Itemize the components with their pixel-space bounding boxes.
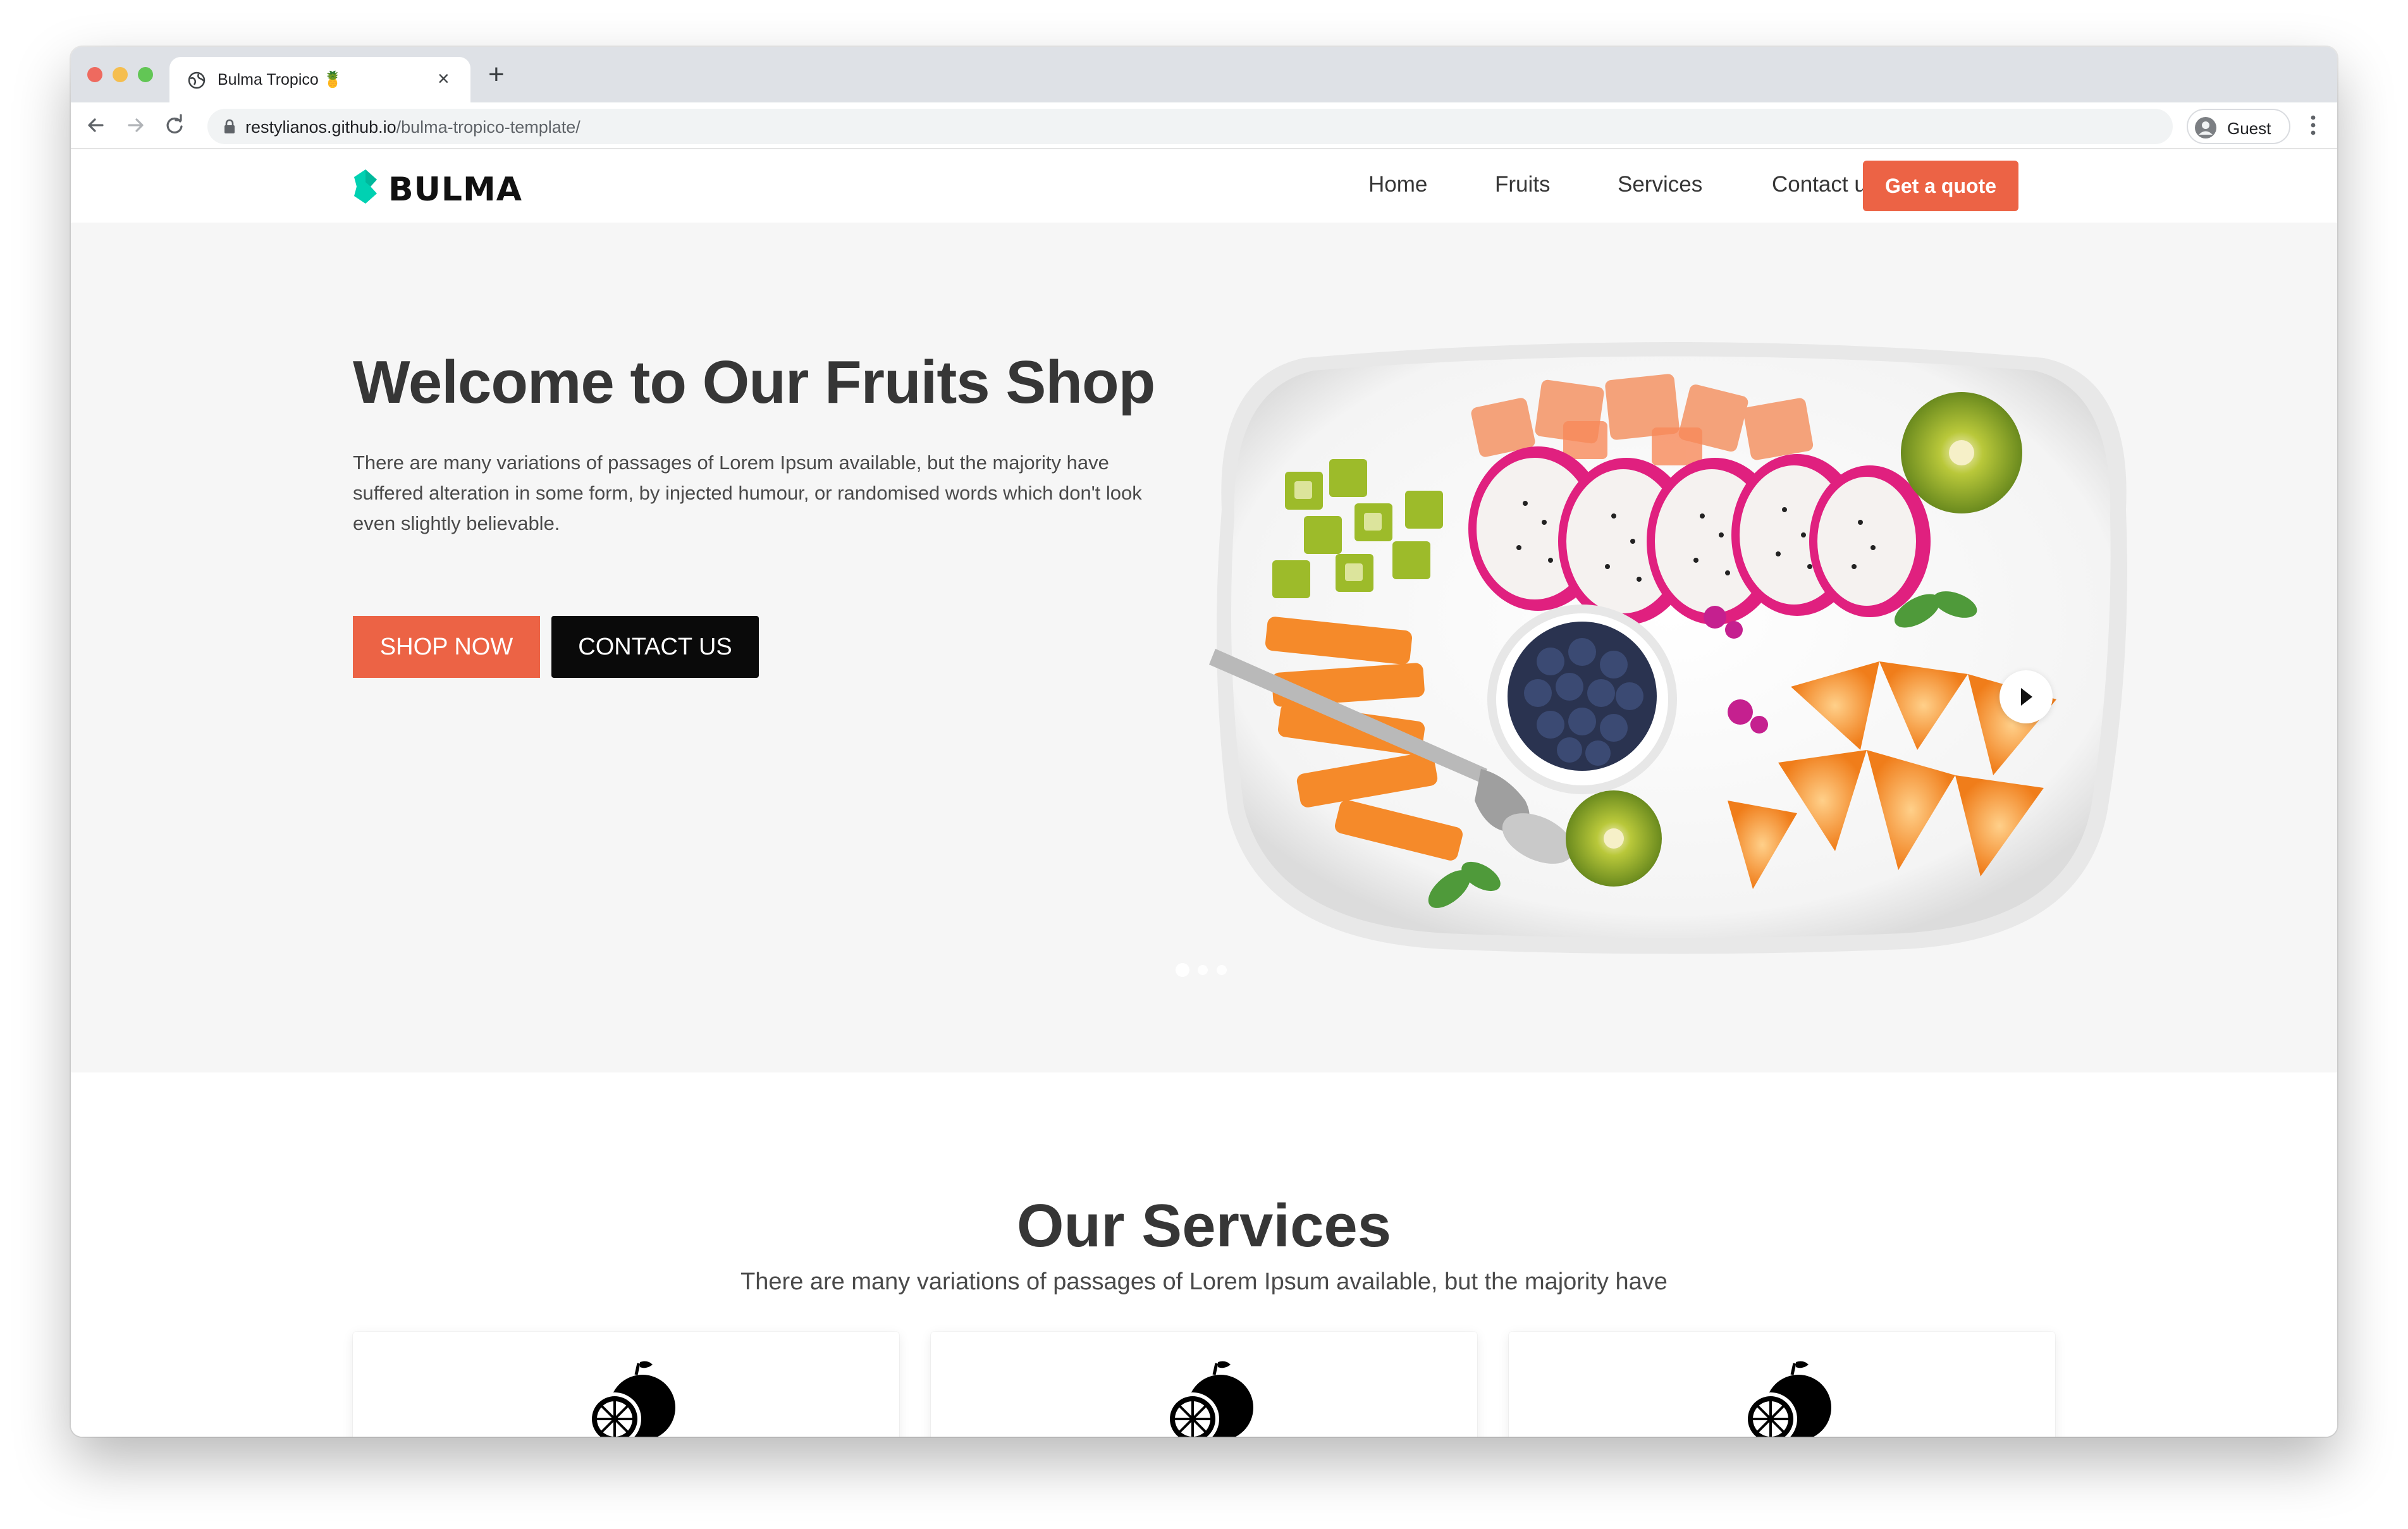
close-window-button[interactable] bbox=[87, 67, 102, 82]
fruit-platter-image bbox=[1209, 342, 2127, 954]
bulma-logo-icon bbox=[354, 169, 377, 204]
profile-button[interactable]: Guest bbox=[2187, 109, 2290, 144]
maximize-window-button[interactable] bbox=[138, 67, 153, 82]
fruit-icon bbox=[1166, 1361, 1253, 1437]
minimize-window-button[interactable] bbox=[113, 67, 128, 82]
service-card bbox=[931, 1332, 1477, 1437]
site-navbar: BULMA Home Fruits Services Contact us Ge… bbox=[71, 149, 2337, 223]
contact-us-button[interactable]: CONTACT US bbox=[551, 616, 759, 678]
browser-tab-active[interactable]: Bulma Tropico 🍍 × bbox=[169, 57, 470, 102]
hero-description: There are many variations of passages of… bbox=[353, 451, 1142, 534]
back-arrow-icon[interactable] bbox=[83, 113, 109, 138]
nav-link-services[interactable]: Services bbox=[1618, 172, 1702, 197]
url-text: restylianos.github.io/bulma-tropico-temp… bbox=[245, 118, 580, 137]
globe-icon bbox=[188, 71, 206, 89]
new-tab-button[interactable]: + bbox=[488, 61, 505, 89]
brand-name: BULMA bbox=[388, 171, 522, 209]
shop-now-button[interactable]: SHOP NOW bbox=[353, 616, 540, 678]
fruit-icon bbox=[588, 1361, 675, 1437]
lock-icon bbox=[224, 119, 235, 133]
avatar-icon bbox=[2195, 117, 2216, 138]
carousel-next-button[interactable] bbox=[2000, 670, 2053, 723]
forward-arrow-icon[interactable] bbox=[123, 113, 148, 138]
get-quote-button[interactable]: Get a quote bbox=[1863, 161, 2018, 211]
services-subtitle: There are many variations of passages of… bbox=[740, 1268, 1668, 1295]
hero-title: Welcome to Our Fruits Shop bbox=[353, 348, 1155, 416]
hero-section: Welcome to Our Fruits Shop There are man… bbox=[71, 223, 2337, 1072]
carousel-indicators[interactable] bbox=[1174, 962, 1237, 978]
tab-strip: Bulma Tropico 🍍 × + bbox=[71, 47, 2337, 102]
services-title: Our Services bbox=[1016, 1192, 1392, 1260]
url-host: restylianos.github.io bbox=[245, 118, 396, 137]
tab-close-icon[interactable]: × bbox=[438, 68, 450, 89]
browser-window: Bulma Tropico 🍍 × + restylianos.github.i… bbox=[71, 47, 2337, 1437]
nav-link-fruits[interactable]: Fruits bbox=[1495, 172, 1551, 197]
nav-link-contact[interactable]: Contact us bbox=[1772, 172, 1877, 197]
url-path: /bulma-tropico-template/ bbox=[396, 118, 580, 137]
play-arrow-icon bbox=[2021, 688, 2032, 706]
services-section: Our Services There are many variations o… bbox=[71, 1072, 2337, 1437]
reload-icon[interactable] bbox=[162, 113, 187, 138]
address-bar[interactable]: restylianos.github.io/bulma-tropico-temp… bbox=[207, 109, 2173, 144]
more-menu-icon[interactable] bbox=[2307, 111, 2319, 139]
browser-toolbar: restylianos.github.io/bulma-tropico-temp… bbox=[71, 102, 2337, 149]
nav-link-home[interactable]: Home bbox=[1368, 172, 1427, 197]
profile-label: Guest bbox=[2227, 119, 2271, 138]
fruit-icon bbox=[1744, 1361, 1831, 1437]
service-card bbox=[1509, 1332, 2055, 1437]
web-page: BULMA Home Fruits Services Contact us Ge… bbox=[71, 149, 2337, 1437]
tab-title: Bulma Tropico 🍍 bbox=[218, 71, 343, 89]
service-card bbox=[353, 1332, 899, 1437]
